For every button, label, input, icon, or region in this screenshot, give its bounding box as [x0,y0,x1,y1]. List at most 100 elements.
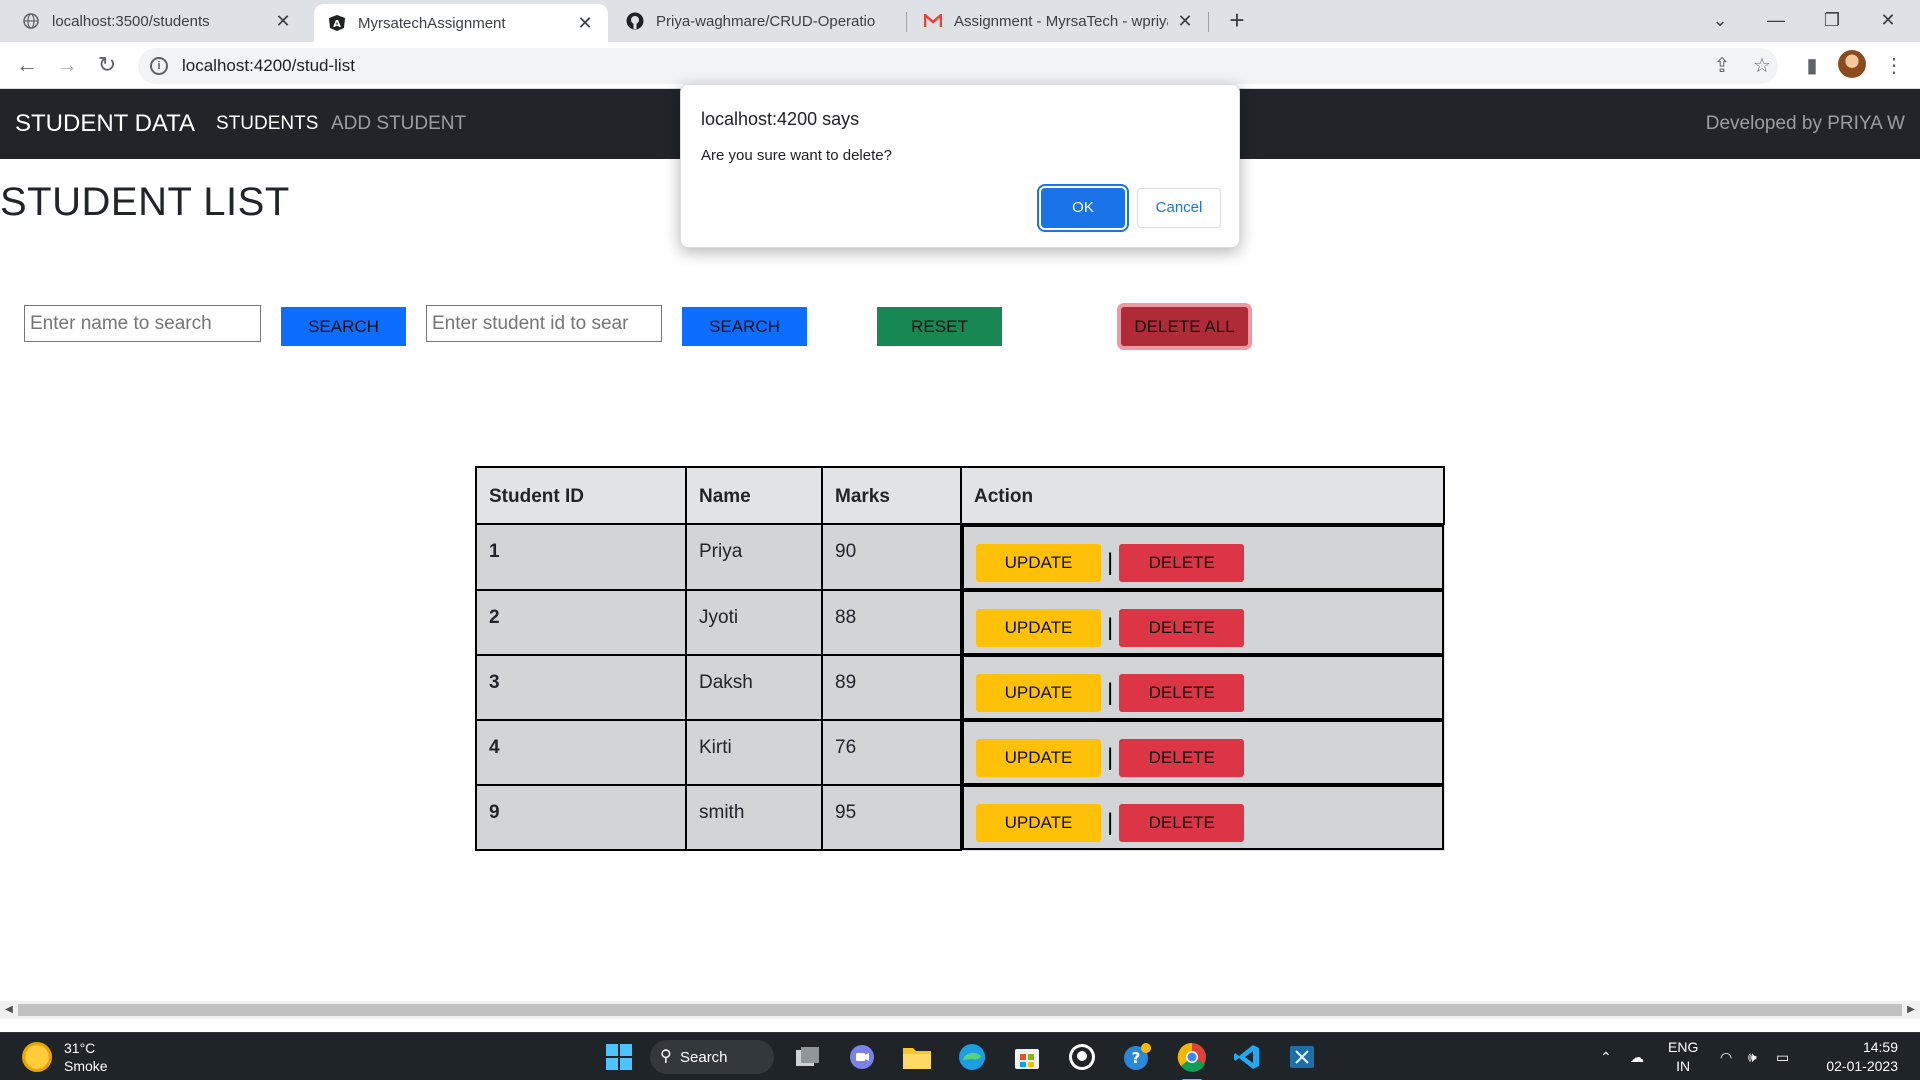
tab-title: Assignment - MyrsaTech - wpriya [954,12,1168,30]
microsoft-store-icon[interactable] [1011,1041,1043,1073]
browser-toolbar: ← → ↻ i localhost:4200/stud-list ⇪ ☆ ▮ ⋮ [0,42,1920,89]
taskbar-search-label: Search [680,1048,728,1066]
help-icon[interactable]: ? [1121,1041,1153,1073]
weather-sun-icon [22,1042,52,1072]
tab-gmail[interactable]: Assignment - MyrsaTech - wpriya ✕ [910,0,1208,42]
clock-time: 14:59 [1862,1039,1898,1055]
student-id-cell: 1 [475,523,687,591]
restore-icon[interactable]: ❐ [1804,0,1860,42]
back-arrow-icon[interactable]: ← [12,50,42,80]
nav-link-add-student[interactable]: ADD STUDENT [331,89,466,159]
gmail-icon [924,12,942,30]
action-cell: UPDATE | DELETE [962,720,1444,785]
svg-text:?: ? [1132,1049,1141,1067]
tab-github[interactable]: Priya-waghmare/CRUD-Operatio [612,0,908,42]
taskbar-search[interactable]: ⚲ Search [650,1040,774,1074]
windows-taskbar: 31°C Smoke ⚲ Search ? ⌃ ☁ ENG IN ◠ 🕪 ▭ 1… [0,1032,1920,1080]
delete-button[interactable]: DELETE [1119,544,1245,582]
delete-button[interactable]: DELETE [1119,739,1245,777]
horizontal-scrollbar[interactable]: ◀ ▶ [0,1001,1920,1019]
language-indicator[interactable]: ENG IN [1668,1038,1698,1076]
delete-all-button[interactable]: DELETE ALL [1121,307,1248,346]
dialog-cancel-button[interactable]: Cancel [1137,188,1221,228]
address-bar[interactable]: i localhost:4200/stud-list [138,48,1778,84]
delete-button[interactable]: DELETE [1119,674,1245,712]
task-view-icon[interactable] [792,1041,824,1073]
forward-arrow-icon[interactable]: → [52,50,82,80]
tab-myrsatech-assignment[interactable]: A MyrsatechAssignment ✕ [314,4,608,42]
dialog-ok-button[interactable]: OK [1041,188,1125,228]
scroll-right-arrow-icon[interactable]: ▶ [1902,1001,1920,1019]
share-icon[interactable]: ⇪ [1708,52,1736,80]
wifi-icon[interactable]: ◠ [1720,1033,1732,1080]
action-cell: UPDATE | DELETE [962,525,1444,590]
dialog-message: Are you sure want to delete? [701,147,892,164]
delete-button[interactable]: DELETE [1119,609,1245,647]
id-search-input[interactable] [426,305,662,342]
update-button[interactable]: UPDATE [976,674,1101,712]
vscode-icon[interactable] [1231,1041,1263,1073]
search-by-name-button[interactable]: SEARCH [281,307,406,346]
scroll-left-arrow-icon[interactable]: ◀ [0,1001,18,1019]
new-tab-plus-icon[interactable]: + [1222,6,1252,36]
svg-text:A: A [333,19,341,30]
delete-button[interactable]: DELETE [1119,804,1245,842]
name-search-input[interactable] [24,305,261,342]
update-button[interactable]: UPDATE [976,739,1101,777]
windows-start-icon[interactable] [603,1041,635,1073]
action-separator: | [1107,809,1114,836]
address-url: localhost:4200/stud-list [182,56,355,75]
show-hidden-icons-chevron-icon[interactable]: ⌃ [1600,1033,1612,1080]
confirm-dialog: localhost:4200 says Are you sure want to… [680,84,1240,248]
student-id-cell: 2 [475,589,687,656]
tab-students[interactable]: localhost:3500/students ✕ [8,0,306,42]
side-panel-icon[interactable]: ▮ [1798,52,1826,80]
snipping-tool-icon[interactable] [1286,1041,1318,1073]
close-icon[interactable]: ✕ [274,11,292,32]
github-desktop-icon[interactable] [1066,1041,1098,1073]
update-button[interactable]: UPDATE [976,804,1101,842]
file-explorer-icon[interactable] [901,1041,933,1073]
close-icon[interactable]: ✕ [1176,11,1194,32]
tab-title: localhost:3500/students [52,12,210,30]
nav-link-students[interactable]: STUDENTS [216,89,318,159]
brand-title[interactable]: STUDENT DATA [15,89,195,159]
dialog-title: localhost:4200 says [701,109,860,129]
update-button[interactable]: UPDATE [976,544,1101,582]
tab-separator [1208,12,1209,32]
table-header-row: Student ID Name Marks Action [475,466,1445,525]
student-marks-cell: 95 [821,784,962,851]
page-title: STUDENT LIST [0,180,290,224]
scrollbar-thumb[interactable] [18,1004,1902,1016]
action-separator: | [1107,679,1114,706]
menu-dots-icon[interactable]: ⋮ [1880,52,1908,80]
update-button[interactable]: UPDATE [976,609,1101,647]
profile-avatar[interactable] [1838,50,1866,78]
reset-button[interactable]: RESET [877,307,1002,346]
weather-condition: Smoke [64,1058,108,1074]
reload-icon[interactable]: ↻ [92,50,122,80]
github-icon [626,12,644,30]
onedrive-cloud-icon[interactable]: ☁ [1630,1033,1644,1080]
student-id-cell: 4 [475,719,687,786]
minimize-icon[interactable]: — [1748,0,1804,42]
edge-browser-icon[interactable] [956,1041,988,1073]
action-separator: | [1107,744,1114,771]
site-info-icon[interactable]: i [150,57,168,75]
student-marks-cell: 89 [821,654,962,721]
search-icon: ⚲ [660,1048,672,1065]
volume-icon[interactable]: 🕪 [1748,1033,1757,1080]
weather-widget[interactable]: 31°C Smoke [22,1039,108,1075]
chrome-icon[interactable] [1176,1041,1208,1080]
battery-icon[interactable]: ▭ [1776,1033,1789,1080]
bookmark-star-icon[interactable]: ☆ [1748,52,1776,80]
close-window-icon[interactable]: ✕ [1860,0,1916,42]
student-name-cell: smith [685,784,823,851]
angular-icon: A [328,14,346,32]
tab-search-chevron-icon[interactable]: ⌄ [1692,0,1748,42]
close-icon[interactable]: ✕ [576,13,594,34]
teams-chat-icon[interactable] [846,1041,878,1073]
system-clock[interactable]: 14:59 02-01-2023 [1826,1038,1898,1076]
table-row: 3 Daksh 89 UPDATE | DELETE [475,654,1444,721]
search-by-id-button[interactable]: SEARCH [682,307,807,346]
